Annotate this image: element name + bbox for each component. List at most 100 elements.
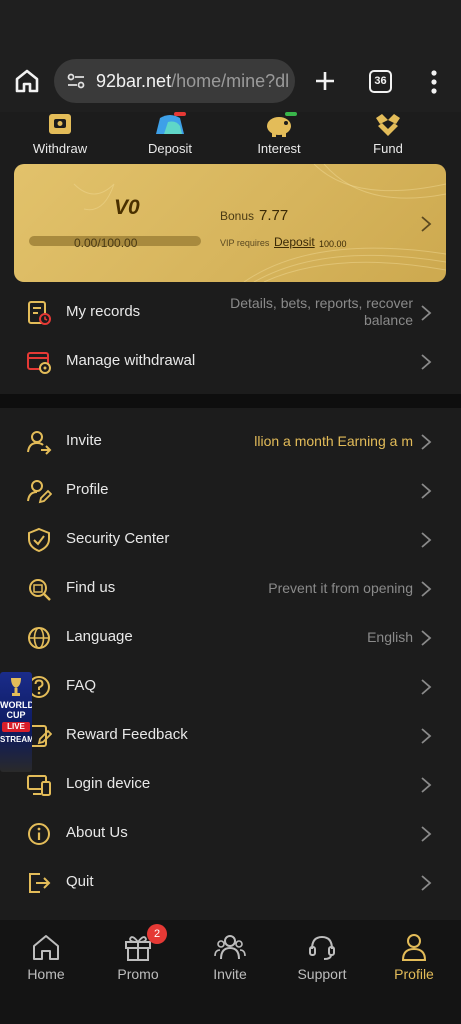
- row-label: Quit: [66, 873, 94, 890]
- vip-level: V0: [114, 196, 140, 219]
- chevron-right-icon: [421, 483, 432, 499]
- chevron-right-icon: [421, 305, 432, 321]
- fund-icon: [376, 114, 400, 136]
- new-tab-plus-icon[interactable]: [312, 68, 338, 94]
- row-find-us[interactable]: Find us Prevent it from opening: [0, 564, 461, 613]
- invite-icon: [27, 431, 52, 455]
- person-icon: [401, 934, 427, 961]
- vip-required-amount: 100.00: [319, 239, 347, 249]
- tune-icon[interactable]: [66, 71, 86, 91]
- chevron-right-icon: [421, 728, 432, 744]
- chevron-right-icon: [421, 354, 432, 370]
- bottom-navigation: Home Promo 2 Invite Support Profile: [0, 920, 461, 1024]
- bonus-label: Bonus: [220, 209, 255, 223]
- manage-withdrawal-icon: [27, 352, 51, 374]
- row-value: llion a month Earning a m: [254, 433, 413, 449]
- quick-action-label: Fund: [373, 141, 403, 156]
- chevron-right-icon: [421, 532, 432, 548]
- row-label: Login device: [66, 775, 151, 792]
- interest-icon: [267, 112, 297, 137]
- quick-action-label: Interest: [257, 141, 301, 156]
- world-cup-floating-ad[interactable]: WORLD CUP LIVE STREAM: [0, 672, 32, 772]
- row-label: FAQ: [66, 677, 97, 694]
- ad-stream-label: STREAM: [0, 735, 32, 744]
- row-language[interactable]: Language English: [0, 613, 461, 662]
- profile-page: Withdraw Deposit Interest Fund V0 0.00/1…: [0, 112, 461, 920]
- vip-requires-text: VIP requires: [220, 238, 270, 248]
- quick-action-label: Deposit: [147, 141, 193, 156]
- row-about-us[interactable]: About Us: [0, 809, 461, 858]
- row-security-center[interactable]: Security Center: [0, 515, 461, 564]
- vip-card[interactable]: V0 0.00/100.00 Bonus 7.77 VIP requires D…: [14, 164, 446, 282]
- quick-action-deposit[interactable]: Deposit: [125, 112, 215, 156]
- profile-edit-icon: [27, 480, 52, 504]
- row-label: Reward Feedback: [66, 726, 188, 743]
- chevron-right-icon: [421, 826, 432, 842]
- nav-label: Home: [27, 966, 65, 982]
- row-faq[interactable]: FAQ: [0, 662, 461, 711]
- chevron-right-icon: [421, 777, 432, 793]
- nav-label: Support: [297, 966, 347, 982]
- bonus-value: 7.77: [259, 207, 289, 224]
- quick-action-label: Withdraw: [32, 141, 88, 156]
- withdraw-icon: [49, 114, 71, 134]
- row-profile[interactable]: Profile: [0, 466, 461, 515]
- quick-action-fund[interactable]: Fund: [343, 112, 433, 156]
- records-icon: [28, 301, 51, 325]
- chevron-right-icon: [421, 630, 432, 646]
- home-icon: [33, 935, 59, 960]
- nav-home[interactable]: Home: [0, 932, 92, 982]
- row-label: My records: [66, 303, 141, 320]
- info-icon: [28, 823, 50, 845]
- row-reward-feedback[interactable]: Reward Feedback: [0, 711, 461, 760]
- row-label: Manage withdrawal: [66, 352, 196, 369]
- row-label: Security Center: [66, 530, 170, 547]
- card-pattern: [73, 164, 446, 282]
- row-label: Language: [66, 628, 133, 645]
- nav-profile[interactable]: Profile: [368, 932, 460, 982]
- address-bar[interactable]: 92bar.net/home/mine?dl: [54, 59, 295, 103]
- globe-icon: [28, 627, 50, 649]
- url-host: 92bar.net: [96, 70, 172, 91]
- vip-progress-text: 0.00/100.00: [74, 236, 138, 250]
- quick-action-interest[interactable]: Interest: [234, 112, 324, 156]
- quick-action-withdraw[interactable]: Withdraw: [15, 112, 105, 156]
- ad-live-label: LIVE: [2, 722, 30, 732]
- nav-invite[interactable]: Invite: [184, 932, 276, 982]
- chevron-right-icon: [421, 679, 432, 695]
- row-label: Find us: [66, 579, 116, 596]
- row-label: Invite: [66, 432, 102, 449]
- row-invite[interactable]: Invite llion a month Earning a m: [0, 417, 461, 466]
- promo-count-badge: 2: [147, 924, 167, 944]
- row-label: Profile: [66, 481, 109, 498]
- chevron-right-icon: [421, 216, 432, 232]
- find-us-icon: [29, 579, 51, 601]
- quick-actions: Withdraw Deposit Interest Fund: [0, 112, 461, 162]
- nav-label: Invite: [213, 966, 247, 982]
- nav-promo[interactable]: Promo 2: [92, 924, 184, 982]
- url-path: /home/mine?dl: [171, 70, 290, 91]
- trophy-icon: [11, 678, 21, 696]
- ad-title: WORLD CUP: [0, 700, 32, 720]
- deposit-link[interactable]: Deposit: [274, 235, 315, 249]
- home-icon[interactable]: [12, 66, 42, 96]
- row-value: English: [367, 629, 413, 645]
- row-manage-withdrawal[interactable]: Manage withdrawal: [0, 337, 461, 386]
- row-value: Details, bets, reports, recover balance: [230, 295, 413, 328]
- browser-toolbar: 92bar.net/home/mine?dl 36: [0, 0, 461, 112]
- row-login-device[interactable]: Login device: [0, 760, 461, 809]
- devices-icon: [27, 775, 51, 796]
- tab-switcher-button[interactable]: 36: [369, 70, 392, 93]
- chevron-right-icon: [421, 434, 432, 450]
- chevron-right-icon: [421, 875, 432, 891]
- row-quit[interactable]: Quit: [0, 858, 461, 907]
- shield-icon: [28, 527, 50, 553]
- row-my-records[interactable]: My records Details, bets, reports, recov…: [0, 288, 461, 337]
- section-divider: [0, 394, 461, 408]
- more-vert-icon[interactable]: [424, 68, 444, 96]
- nav-label: Profile: [394, 966, 434, 982]
- nav-support[interactable]: Support: [276, 932, 368, 982]
- chevron-right-icon: [421, 581, 432, 597]
- headset-icon: [309, 935, 335, 960]
- nav-label: Promo: [117, 966, 159, 982]
